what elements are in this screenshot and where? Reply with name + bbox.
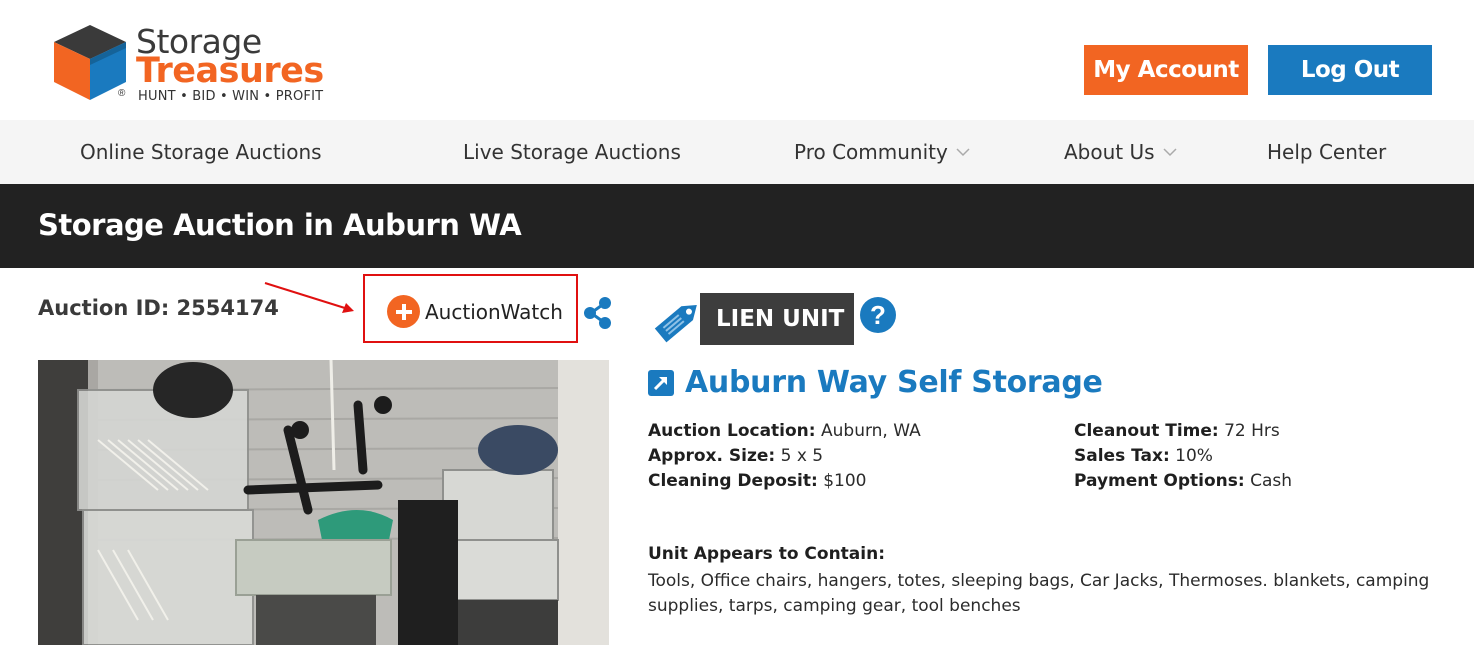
page-title-bar: Storage Auction in Auburn WA xyxy=(0,184,1474,268)
detail-location-label: Auction Location: xyxy=(648,421,816,441)
site-logo[interactable]: Storage Treasures ® HUNT • BID • WIN • P… xyxy=(50,22,330,104)
my-account-button[interactable]: My Account xyxy=(1084,45,1248,95)
detail-deposit-label: Cleaning Deposit: xyxy=(648,471,818,491)
auction-watch-button[interactable]: AuctionWatch xyxy=(387,295,563,328)
detail-deposit-value: $100 xyxy=(823,471,867,491)
nav-item-online-storage-auctions[interactable]: Online Storage Auctions xyxy=(80,120,322,184)
logo-word-treasures: Treasures xyxy=(136,51,324,91)
nav-item-label: Pro Community xyxy=(794,140,948,164)
page-title: Storage Auction in Auburn WA xyxy=(38,208,522,242)
nav-item-label: Live Storage Auctions xyxy=(463,140,681,164)
detail-cleanout-label: Cleanout Time: xyxy=(1074,421,1219,441)
detail-sales-tax-label: Sales Tax: xyxy=(1074,446,1170,466)
detail-size-value: 5 x 5 xyxy=(780,446,824,466)
nav-item-about-us[interactable]: About Us xyxy=(1064,120,1177,184)
log-out-button[interactable]: Log Out xyxy=(1268,45,1432,95)
plus-circle-icon xyxy=(387,295,420,328)
help-icon[interactable]: ? xyxy=(860,297,896,333)
detail-payment-label: Payment Options: xyxy=(1074,471,1245,491)
site-header: Storage Treasures ® HUNT • BID • WIN • P… xyxy=(0,0,1474,120)
detail-deposit: Cleaning Deposit: $100 xyxy=(648,469,866,494)
auction-id: Auction ID: 2554174 xyxy=(38,296,279,320)
detail-sales-tax: Sales Tax: 10% xyxy=(1074,444,1213,469)
auction-watch-label: AuctionWatch xyxy=(425,299,563,324)
nav-item-help-center[interactable]: Help Center xyxy=(1267,120,1386,184)
chevron-down-icon xyxy=(956,145,970,159)
unit-photo[interactable] xyxy=(38,360,609,645)
facility-name: Auburn Way Self Storage xyxy=(685,365,1103,400)
detail-size: Approx. Size: 5 x 5 xyxy=(648,444,823,469)
nav-item-label: Online Storage Auctions xyxy=(80,140,322,164)
contains-text: Tools, Office chairs, hangers, totes, sl… xyxy=(648,571,1430,616)
detail-location-value: Auburn, WA xyxy=(821,421,921,441)
nav-item-label: Help Center xyxy=(1267,140,1387,164)
contains-label: Unit Appears to Contain: xyxy=(648,544,886,564)
logo-registered-mark: ® xyxy=(118,88,126,99)
nav-item-label: About Us xyxy=(1064,140,1155,164)
detail-location: Auction Location: Auburn, WA xyxy=(648,419,921,444)
detail-payment: Payment Options: Cash xyxy=(1074,469,1292,494)
logo-tagline: HUNT • BID • WIN • PROFIT xyxy=(138,89,324,104)
detail-sales-tax-value: 10% xyxy=(1175,446,1213,466)
nav-item-pro-community[interactable]: Pro Community xyxy=(794,120,970,184)
arrow-annotation xyxy=(264,282,354,313)
share-icon[interactable] xyxy=(583,296,613,330)
detail-size-label: Approx. Size: xyxy=(648,446,776,466)
chevron-down-icon xyxy=(1163,145,1177,159)
detail-cleanout-value: 72 Hrs xyxy=(1224,421,1280,441)
detail-payment-value: Cash xyxy=(1250,471,1293,491)
nav-item-live-storage-auctions[interactable]: Live Storage Auctions xyxy=(463,120,681,184)
facility-link[interactable]: Auburn Way Self Storage xyxy=(648,365,1103,400)
main-nav: Online Storage Auctions Live Storage Auc… xyxy=(0,120,1474,184)
detail-cleanout: Cleanout Time: 72 Hrs xyxy=(1074,419,1280,444)
auction-watch-highlight: AuctionWatch xyxy=(363,274,578,343)
lien-unit-label: LIEN UNIT xyxy=(700,293,854,345)
external-link-icon xyxy=(648,369,674,396)
